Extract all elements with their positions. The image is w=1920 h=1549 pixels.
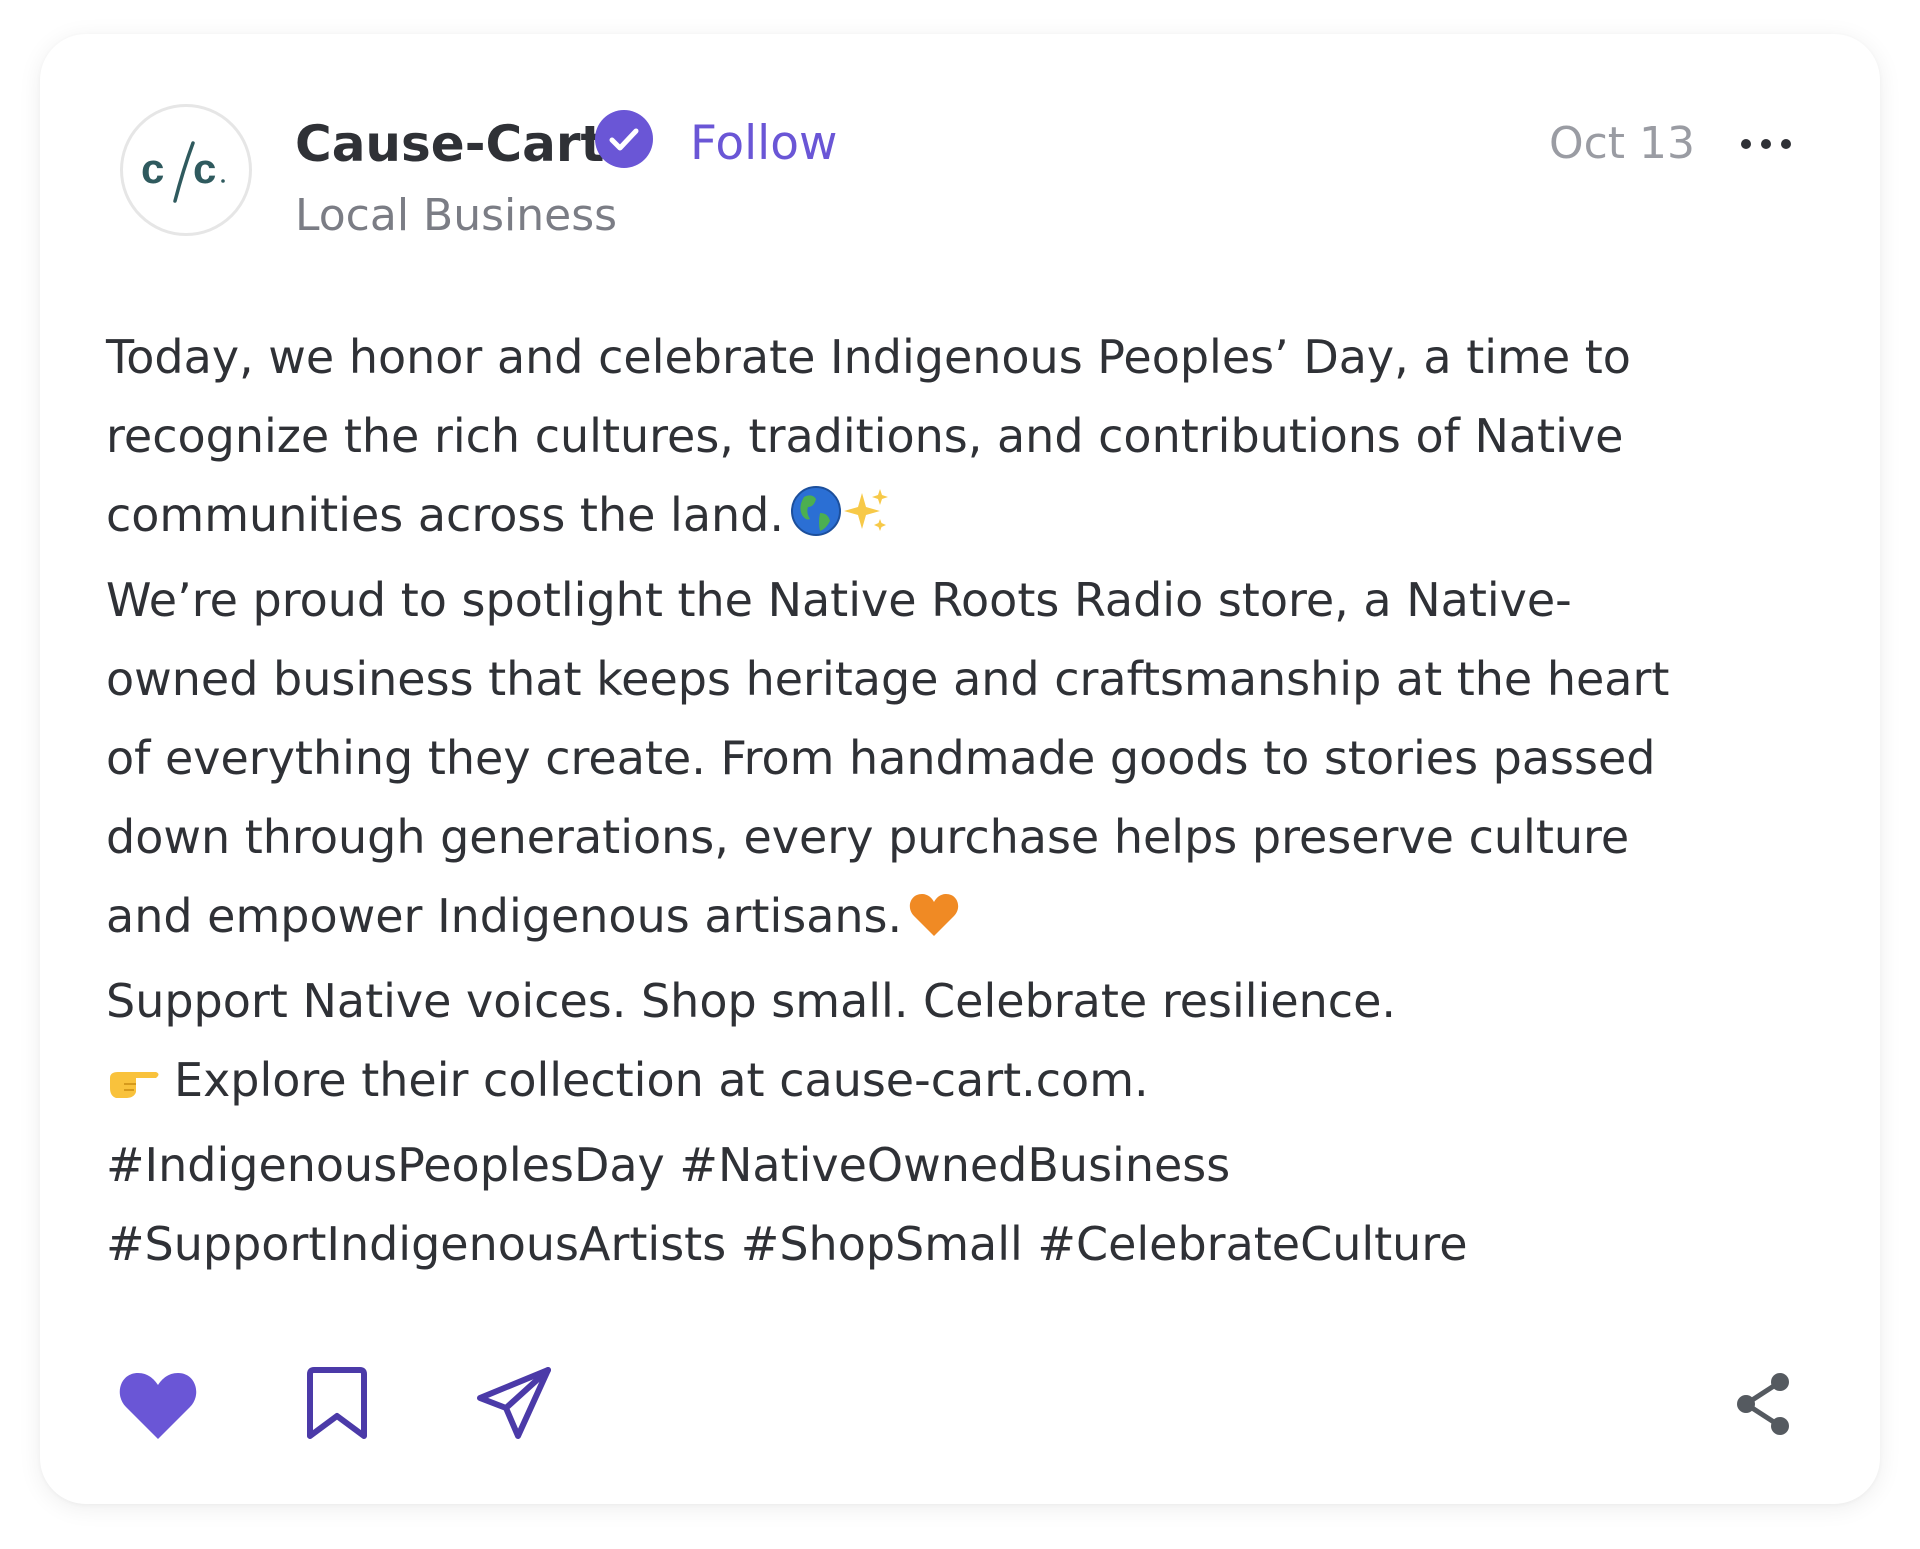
author-name[interactable]: Cause-Cart — [295, 112, 604, 176]
orange-heart-emoji — [908, 883, 960, 962]
share-icon[interactable] — [1732, 1370, 1794, 1438]
post-line-with-emoji: Explore their collection at cause-cart.c… — [106, 1041, 1826, 1126]
hashtag-line[interactable]: #SupportIndigenousArtists #ShopSmall #Ce… — [106, 1205, 1826, 1284]
svg-text:c: c — [141, 145, 164, 192]
avatar[interactable]: c c — [120, 104, 252, 236]
post-line: of everything they create. From handmade… — [106, 731, 1656, 785]
svg-text:c: c — [193, 145, 216, 192]
verified-badge-icon — [595, 110, 653, 168]
post-line-with-emoji: communities across the land. — [106, 476, 1826, 561]
cause-cart-logo: c c — [141, 141, 225, 203]
pointing-right-emoji — [106, 1047, 162, 1126]
post-line: We’re proud to spotlight the Native Root… — [106, 573, 1572, 627]
post-line: Support Native voices. Shop small. Celeb… — [106, 974, 1396, 1028]
globe-americas-emoji — [790, 482, 842, 561]
post-line: owned business that keeps heritage and c… — [106, 652, 1670, 706]
post-line: Today, we honor and celebrate Indigenous… — [106, 330, 1631, 384]
hashtag-line[interactable]: #IndigenousPeoplesDay #NativeOwnedBusine… — [106, 1126, 1826, 1205]
follow-button[interactable]: Follow — [690, 112, 837, 176]
bookmark-icon[interactable] — [304, 1364, 370, 1442]
post-card: c c Cause-Cart Follow Local Business Oct… — [40, 34, 1880, 1504]
post-line-text: Explore their collection at cause-cart.c… — [174, 1053, 1149, 1107]
post-line-text: and empower Indigenous artisans. — [106, 889, 903, 943]
post-line-text: communities across the land. — [106, 488, 784, 542]
post-line: recognize the rich cultures, traditions,… — [106, 409, 1624, 463]
paper-plane-icon[interactable] — [474, 1364, 554, 1444]
heart-icon[interactable] — [118, 1369, 198, 1441]
post-date: Oct 13 — [1548, 118, 1695, 169]
author-category: Local Business — [295, 190, 618, 241]
more-options-icon[interactable] — [1740, 134, 1792, 154]
post-line-with-emoji: and empower Indigenous artisans. — [106, 877, 1826, 962]
post-line: down through generations, every purchase… — [106, 810, 1630, 864]
post-body: Today, we honor and celebrate Indigenous… — [106, 318, 1826, 1284]
sparkles-emoji — [842, 482, 890, 561]
